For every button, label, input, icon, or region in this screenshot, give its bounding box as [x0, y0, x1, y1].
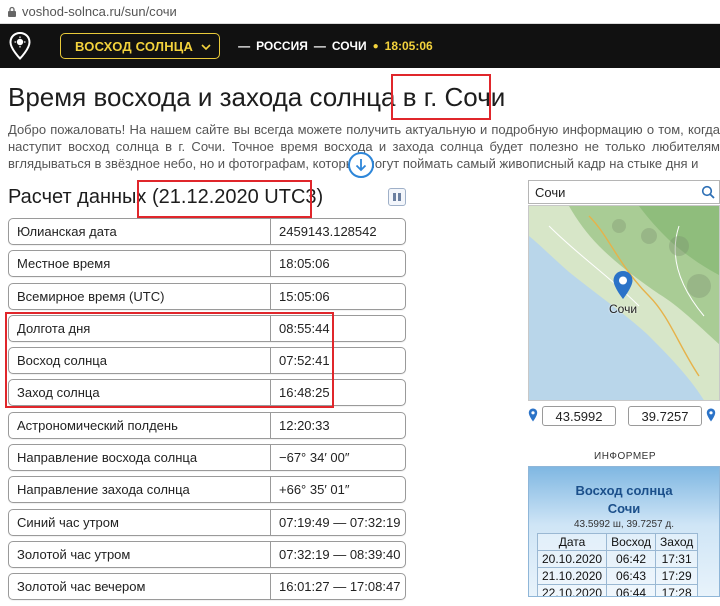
site-logo-icon[interactable]: [0, 24, 40, 68]
map-pin-icon[interactable]: [612, 270, 634, 305]
latitude-field: 43.5992: [528, 405, 616, 427]
location-pin-icon: [706, 408, 716, 425]
main-menu-dropdown[interactable]: ВОСХОД СОЛНЦА: [60, 33, 221, 59]
address-bar[interactable]: voshod-solnca.ru/sun/сочи: [0, 0, 720, 24]
city-map[interactable]: Сочи: [528, 205, 720, 401]
longitude-field: 39.7257: [628, 405, 716, 427]
table-row: Золотой час утром 07:32:19 — 08:39:40: [8, 540, 406, 568]
highlight-box-city: [391, 74, 491, 120]
highlight-box-sun-times: [5, 312, 334, 408]
table-row: Юлианская дата 2459143.128542: [8, 218, 406, 245]
location-pin-icon: [528, 408, 538, 425]
table-row: 20.10.2020 06:42 17:31: [536, 550, 699, 568]
informer-label: ИНФОРМЕР: [594, 451, 657, 462]
longitude-value[interactable]: 39.7257: [628, 406, 702, 426]
table-row: 22.10.2020 06:44 17:28: [536, 584, 699, 596]
table-row: Синий час утром 07:19:49 — 07:32:19: [8, 508, 406, 536]
breadcrumb-country[interactable]: РОССИЯ: [256, 39, 308, 53]
header-time: 18:05:06: [384, 39, 433, 53]
pause-button[interactable]: [388, 188, 406, 206]
chevron-down-icon: [201, 39, 211, 54]
table-row: Золотой час вечером 16:01:27 — 17:08:47: [8, 573, 406, 601]
informer-city: Сочи: [607, 501, 641, 516]
table-row: Местное время 18:05:06: [8, 250, 406, 278]
informer-title: Восход солнца: [575, 483, 673, 498]
table-row: Направление восхода солнца −67° 34′ 00″: [8, 444, 406, 472]
informer-widget[interactable]: Восход солнца Сочи 43.5992 ш, 39.7257 д.…: [528, 466, 720, 597]
pause-icon: [393, 193, 396, 201]
search-icon[interactable]: [701, 185, 715, 202]
breadcrumb: — РОССИЯ — СОЧИ ● 18:05:06: [238, 39, 433, 53]
table-row: 21.10.2020 06:43 17:29: [536, 567, 699, 585]
highlight-box-date: [137, 180, 312, 218]
informer-coords: 43.5992 ш, 39.7257 д.: [573, 519, 675, 530]
table-row: Всемирное время (UTC) 15:05:06: [8, 282, 406, 310]
data-table: Юлианская дата 2459143.128542 Местное вре…: [8, 218, 406, 606]
latitude-value[interactable]: 43.5992: [542, 406, 616, 426]
city-search-input[interactable]: Сочи: [528, 180, 720, 204]
main-menu-label: ВОСХОД СОЛНЦА: [75, 38, 194, 54]
scroll-down-icon[interactable]: [348, 152, 374, 178]
url-text: voshod-solnca.ru/sun/сочи: [22, 4, 177, 19]
city-search-value: Сочи: [535, 184, 566, 200]
site-header: ВОСХОД СОЛНЦА — РОССИЯ — СОЧИ ● 18:05:06: [0, 24, 720, 68]
table-row: Астрономический полдень 12:20:33: [8, 411, 406, 439]
map-city-label: Сочи: [609, 302, 638, 316]
table-row: Направление захода солнца +66° 35′ 01″: [8, 476, 406, 504]
lock-icon: [6, 6, 18, 18]
breadcrumb-city[interactable]: СОЧИ: [332, 39, 367, 53]
informer-table: Дата Восход Заход 20.10.2020 06:42 17:31…: [536, 533, 699, 596]
